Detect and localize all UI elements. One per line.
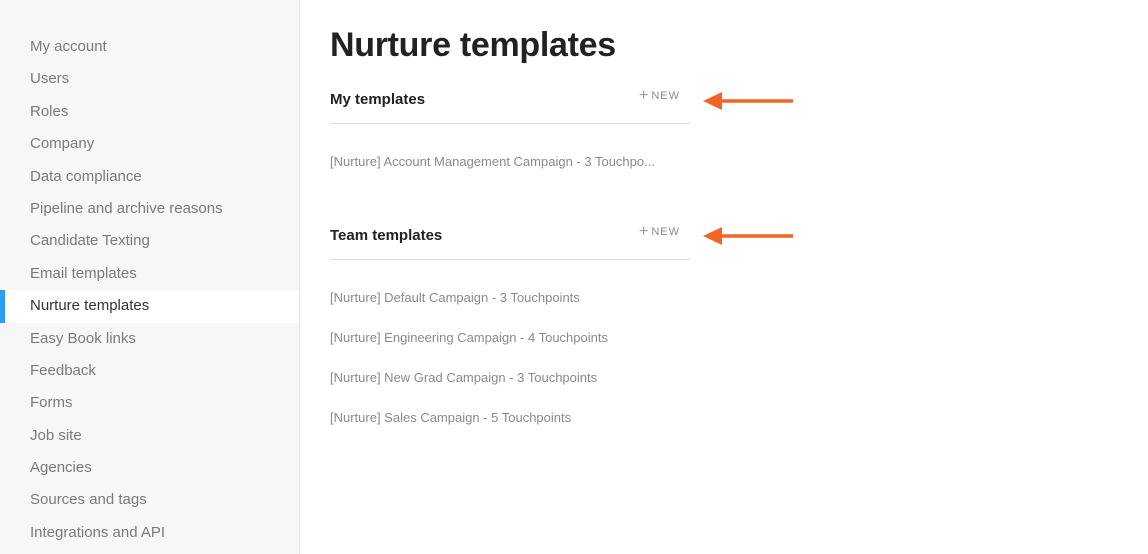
sidebar-item-agencies[interactable]: Agencies <box>0 452 299 484</box>
page-title: Nurture templates <box>330 26 616 64</box>
new-label: NEW <box>651 90 680 102</box>
sidebar-item-integrations-api[interactable]: Integrations and API <box>0 517 299 549</box>
plus-icon: + <box>638 87 649 104</box>
my-templates-header: My templates + NEW <box>330 88 690 124</box>
arrow-left-icon <box>703 227 793 245</box>
sidebar-item-company[interactable]: Company <box>0 128 299 160</box>
sidebar-nav: My account Users Roles Company Data comp… <box>0 31 299 549</box>
plus-icon: + <box>638 223 649 240</box>
sidebar-item-pipeline-archive-reasons[interactable]: Pipeline and archive reasons <box>0 193 299 225</box>
sidebar-item-my-account[interactable]: My account <box>0 31 299 63</box>
sidebar-item-users[interactable]: Users <box>0 63 299 95</box>
sidebar-item-email-templates[interactable]: Email templates <box>0 258 299 290</box>
my-templates-title: My templates <box>330 91 426 108</box>
main-content: Nurture templates My templates + NEW [Nu… <box>330 0 1130 554</box>
sidebar-item-nurture-templates[interactable]: Nurture templates <box>0 290 299 323</box>
template-item[interactable]: [Nurture] Default Campaign - 3 Touchpoin… <box>330 288 690 328</box>
template-item[interactable]: [Nurture] Engineering Campaign - 4 Touch… <box>330 328 690 368</box>
team-templates-header: Team templates + NEW <box>330 224 690 260</box>
sidebar-item-job-site[interactable]: Job site <box>0 420 299 452</box>
team-templates-title: Team templates <box>330 227 443 244</box>
arrow-left-icon <box>703 92 793 110</box>
sidebar-item-candidate-texting[interactable]: Candidate Texting <box>0 225 299 257</box>
my-templates-section: My templates + NEW [Nurture] Account Man… <box>330 88 690 192</box>
sidebar-item-feedback[interactable]: Feedback <box>0 355 299 387</box>
settings-sidebar: My account Users Roles Company Data comp… <box>0 0 300 554</box>
sidebar-item-forms[interactable]: Forms <box>0 387 299 419</box>
sidebar-item-sources-and-tags[interactable]: Sources and tags <box>0 484 299 516</box>
sidebar-item-roles[interactable]: Roles <box>0 96 299 128</box>
my-templates-list: [Nurture] Account Management Campaign - … <box>330 152 690 192</box>
template-item[interactable]: [Nurture] Account Management Campaign - … <box>330 152 690 192</box>
sidebar-item-easy-book-links[interactable]: Easy Book links <box>0 323 299 355</box>
team-templates-new-button[interactable]: + NEW <box>639 224 680 240</box>
sidebar-item-data-compliance[interactable]: Data compliance <box>0 161 299 193</box>
team-templates-section: Team templates + NEW [Nurture] Default C… <box>330 224 690 448</box>
template-item[interactable]: [Nurture] New Grad Campaign - 3 Touchpoi… <box>330 368 690 408</box>
template-item[interactable]: [Nurture] Sales Campaign - 5 Touchpoints <box>330 408 690 448</box>
new-label: NEW <box>651 226 680 238</box>
my-templates-new-button[interactable]: + NEW <box>639 88 680 104</box>
team-templates-list: [Nurture] Default Campaign - 3 Touchpoin… <box>330 288 690 448</box>
